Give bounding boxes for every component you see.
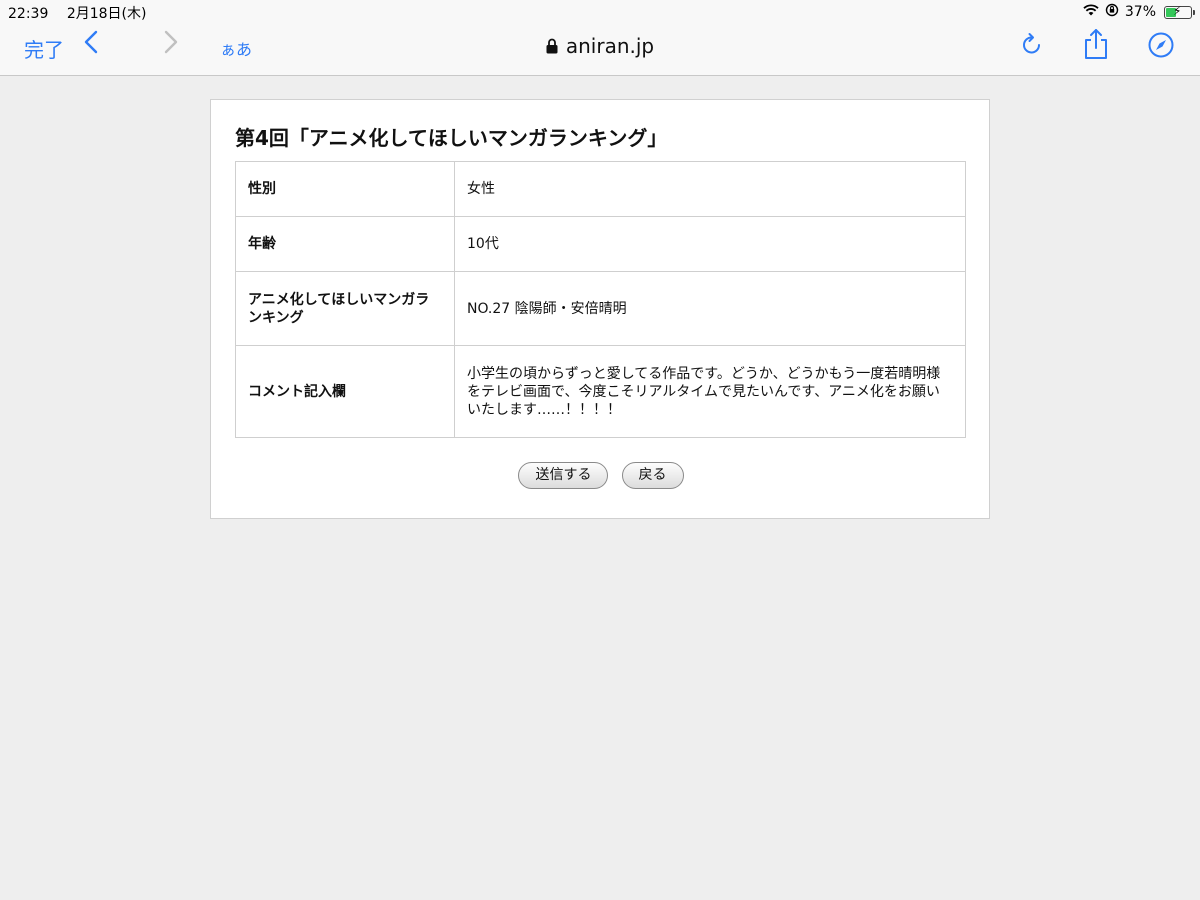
lock-icon xyxy=(546,35,558,59)
row-label: 年齢 xyxy=(235,216,455,272)
confirmation-table: 性別 女性 年齢 10代 アニメ化してほしいマンガランキング NO.27 陰陽師… xyxy=(235,161,966,438)
row-label: 性別 xyxy=(235,161,455,217)
orientation-lock-icon xyxy=(1105,3,1119,21)
status-left: 22:39 2月18日(木) xyxy=(8,3,160,23)
wifi-icon xyxy=(1083,4,1099,20)
row-value: 10代 xyxy=(454,216,966,272)
address-text: aniran.jp xyxy=(565,34,655,58)
status-time: 22:39 xyxy=(8,6,49,22)
battery-percent: 37% xyxy=(1124,4,1156,20)
bookmarks-button[interactable] xyxy=(1148,32,1174,62)
table-row-gender: 性別 女性 xyxy=(235,161,966,217)
confirmation-card: 第4回「アニメ化してほしいマンガランキング」 性別 女性 年齢 10代 アニメ化… xyxy=(210,99,990,519)
table-row-manga: アニメ化してほしいマンガランキング NO.27 陰陽師・安倍晴明 xyxy=(235,271,966,346)
share-button[interactable] xyxy=(1083,28,1109,64)
browser-nav-bar: 完了 ぁあ aniran.jp xyxy=(0,24,1200,76)
table-row-comment: コメント記入欄 小学生の頃からずっと愛してる作品です。どうか、どうかもう一度若晴… xyxy=(235,345,966,438)
back-page-button[interactable]: 戻る xyxy=(621,462,684,489)
submit-button[interactable]: 送信する xyxy=(518,462,609,489)
page-title: 第4回「アニメ化してほしいマンガランキング」 xyxy=(235,126,668,150)
reload-button[interactable] xyxy=(1020,32,1044,62)
reload-icon xyxy=(1023,33,1040,54)
share-icon xyxy=(1085,29,1107,59)
charging-bolt-icon: ⚡ xyxy=(1173,3,1182,18)
status-bar: 22:39 2月18日(木) 37% ⚡ xyxy=(0,0,1200,24)
row-value: 女性 xyxy=(454,161,966,217)
row-value: 小学生の頃からずっと愛してる作品です。どうか、どうかもう一度若晴明様をテレビ画面… xyxy=(454,345,966,438)
form-buttons: 送信する 戻る xyxy=(211,462,991,489)
row-label: コメント記入欄 xyxy=(235,345,455,438)
status-right: 37% ⚡ xyxy=(1083,3,1195,21)
row-value: NO.27 陰陽師・安倍晴明 xyxy=(454,271,966,346)
battery-icon: ⚡ xyxy=(1164,3,1195,19)
table-row-age: 年齢 10代 xyxy=(235,216,966,272)
row-label: アニメ化してほしいマンガランキング xyxy=(235,271,455,346)
status-date: 2月18日(木) xyxy=(66,6,147,22)
compass-icon xyxy=(1148,32,1174,58)
